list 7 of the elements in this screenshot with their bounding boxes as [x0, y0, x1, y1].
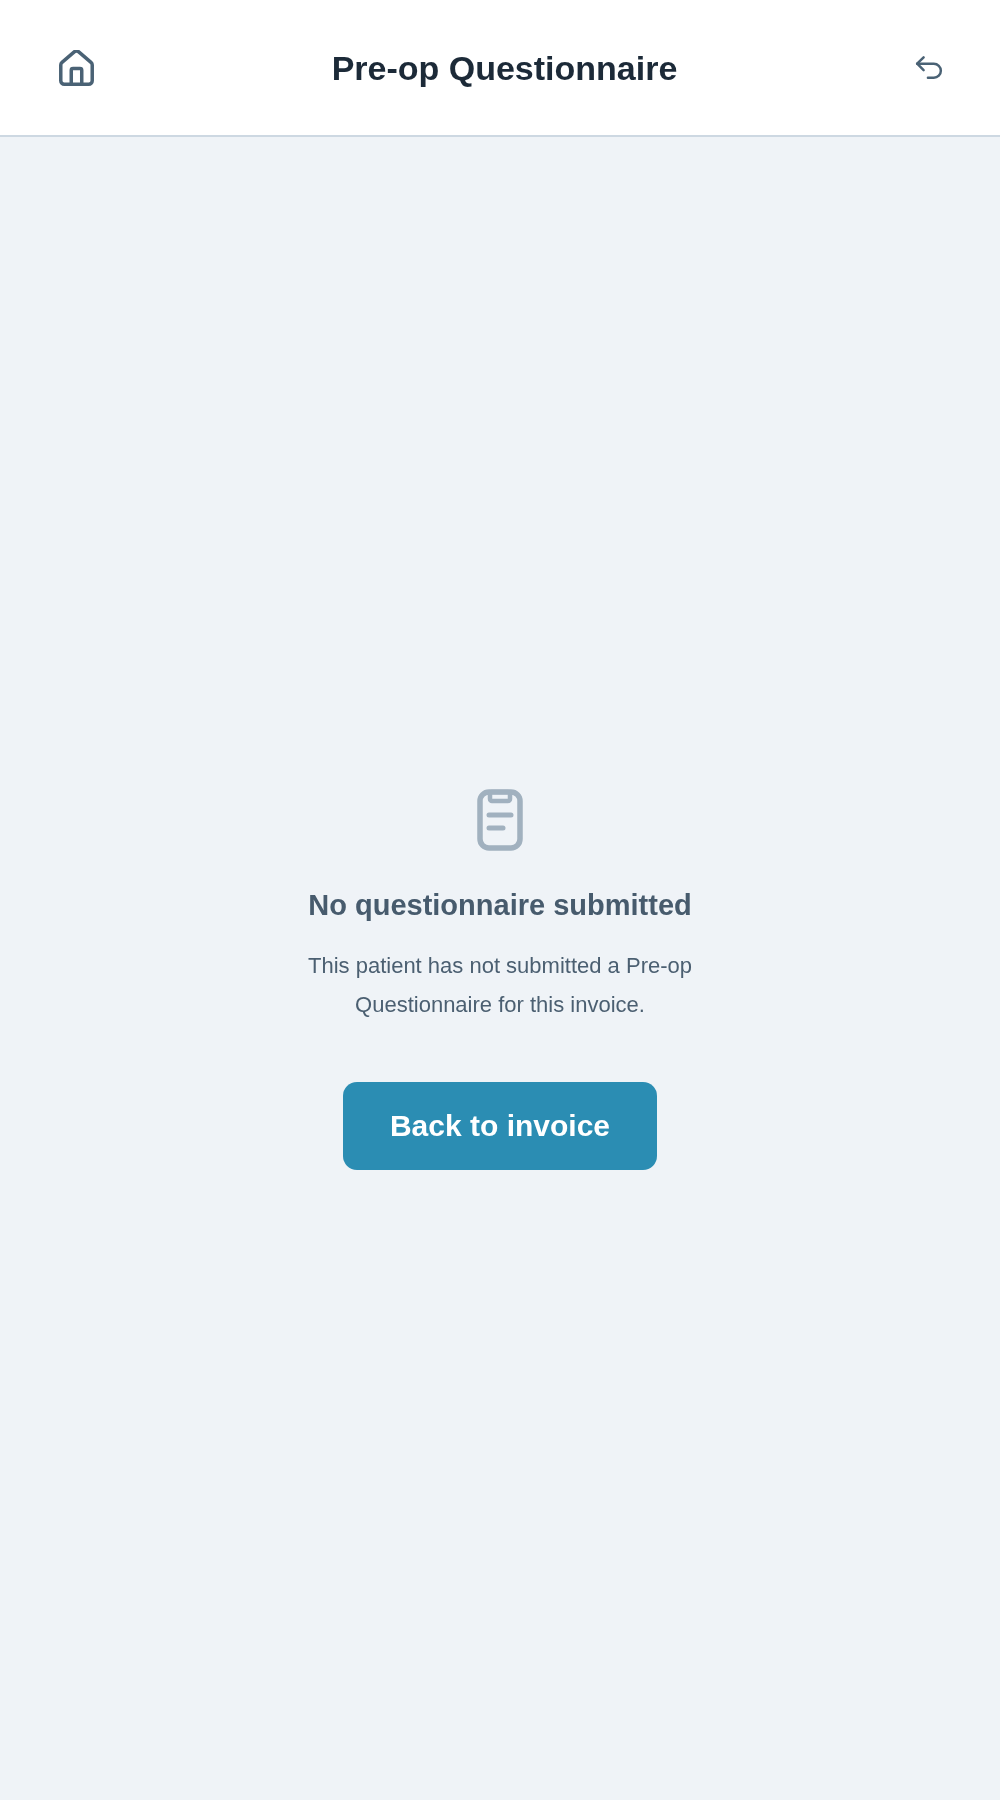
page-title: Pre-op Questionnaire	[331, 50, 678, 85]
home-icon[interactable]	[59, 49, 94, 86]
back-to-invoice-button[interactable]: Back to invoice	[343, 1081, 657, 1170]
undo-arrow-icon[interactable]	[915, 55, 943, 80]
empty-state-message: This patient has not submitted a Pre-op Questionnaire for this invoice.	[307, 951, 693, 1019]
clipboard-icon	[477, 789, 523, 852]
empty-state-heading: No questionnaire submitted	[308, 888, 692, 924]
